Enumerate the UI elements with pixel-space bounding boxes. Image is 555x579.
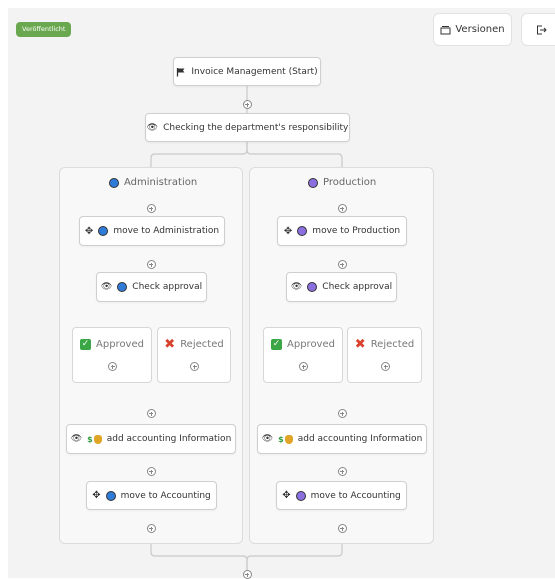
color-dot-icon	[117, 282, 128, 292]
move-accounting-node-administration[interactable]: ✥ move to Accounting	[86, 481, 217, 510]
move-node-production[interactable]: ✥ move to Production	[277, 216, 407, 246]
move-icon: ✥	[282, 490, 291, 501]
dollar-icon: $	[278, 434, 284, 444]
gateway-node-responsibility[interactable]: 👁 Checking the department's responsibili…	[145, 113, 350, 142]
accounting-info-node-production[interactable]: 👁 $ add accounting Information	[257, 424, 427, 454]
gateway-icon: 👁	[290, 282, 303, 292]
x-icon: ✖	[354, 337, 366, 352]
move-accounting-label: move to Accounting	[310, 490, 401, 501]
branch-rejected-label: Rejected	[180, 339, 224, 350]
start-node-label: Invoice Management (Start)	[191, 66, 318, 77]
lane-title-label: Production	[323, 177, 377, 188]
branch-approved-label: Approved	[96, 339, 144, 350]
dollar-icon: $	[87, 434, 93, 444]
move-icon: ✥	[84, 225, 94, 237]
branch-approved-header: ✓ Approved	[73, 339, 151, 350]
check-approval-label: Check approval	[322, 282, 393, 292]
move-icon: ✥	[92, 490, 101, 501]
x-icon: ✖	[164, 337, 176, 352]
money-icons: $	[87, 434, 102, 444]
gateway-icon: 👁	[100, 282, 113, 292]
move-accounting-node-production[interactable]: ✥ move to Accounting	[276, 481, 407, 510]
flag-icon	[177, 67, 185, 76]
add-step-icon[interactable]	[190, 362, 199, 371]
check-icon: ✓	[271, 339, 283, 350]
add-step-icon[interactable]	[337, 409, 347, 418]
lane-title-administration: Administration	[109, 177, 197, 188]
lane-title-production: Production	[308, 177, 376, 188]
add-step-icon[interactable]	[146, 524, 156, 533]
branch-rejected-label: Rejected	[370, 339, 415, 350]
gateway-node-label: Checking the department's responsibility	[163, 122, 349, 133]
move-node-label: move to Administration	[113, 226, 220, 236]
color-dot-icon	[308, 177, 318, 188]
branch-rejected-header: ✖ Rejected	[158, 337, 230, 352]
add-step-icon[interactable]	[146, 409, 156, 418]
accounting-info-node-administration[interactable]: 👁 $ add accounting Information	[66, 424, 236, 454]
start-node[interactable]: Invoice Management (Start)	[173, 57, 321, 86]
color-dot-icon	[297, 226, 308, 236]
money-icons: $	[278, 434, 293, 444]
check-approval-node-administration[interactable]: 👁 Check approval	[96, 272, 207, 302]
move-node-administration[interactable]: ✥ move to Administration	[79, 216, 225, 246]
add-step-icon[interactable]	[242, 100, 252, 109]
branch-approved-administration[interactable]: ✓ Approved	[72, 327, 152, 383]
accounting-info-label: add accounting Information	[297, 434, 423, 444]
color-dot-icon	[105, 490, 116, 501]
add-step-icon[interactable]	[337, 260, 347, 269]
add-step-icon[interactable]	[337, 204, 347, 213]
add-step-icon[interactable]	[146, 204, 156, 213]
gateway-icon: 👁	[70, 434, 83, 444]
color-dot-icon	[307, 282, 318, 292]
move-node-label: move to Production	[312, 226, 401, 236]
add-step-icon[interactable]	[381, 362, 390, 371]
branch-approved-header: ✓ Approved	[264, 339, 342, 350]
branch-rejected-administration[interactable]: ✖ Rejected	[157, 327, 231, 383]
gateway-icon: 👁	[261, 434, 274, 444]
add-step-icon[interactable]	[146, 260, 156, 269]
lane-title-label: Administration	[124, 177, 198, 188]
move-accounting-label: move to Accounting	[120, 490, 211, 501]
color-dot-icon	[98, 226, 109, 236]
add-step-icon[interactable]	[337, 467, 347, 476]
check-icon: ✓	[80, 339, 92, 350]
money-bag-icon	[93, 434, 102, 444]
accounting-info-label: add accounting Information	[106, 434, 232, 444]
add-step-icon[interactable]	[146, 467, 156, 476]
add-step-icon[interactable]	[108, 362, 117, 371]
branch-approved-production[interactable]: ✓ Approved	[263, 327, 343, 383]
branch-rejected-production[interactable]: ✖ Rejected	[347, 327, 422, 383]
check-approval-node-production[interactable]: 👁 Check approval	[286, 272, 397, 302]
move-icon: ✥	[283, 225, 293, 237]
gateway-icon: 👁	[146, 122, 159, 133]
check-approval-label: Check approval	[132, 282, 203, 292]
add-step-icon[interactable]	[337, 524, 347, 533]
color-dot-icon	[109, 177, 119, 188]
branch-approved-label: Approved	[287, 339, 335, 350]
money-bag-icon	[284, 434, 293, 444]
add-step-icon[interactable]	[299, 362, 308, 371]
branch-rejected-header: ✖ Rejected	[348, 337, 421, 352]
color-dot-icon	[295, 490, 306, 501]
